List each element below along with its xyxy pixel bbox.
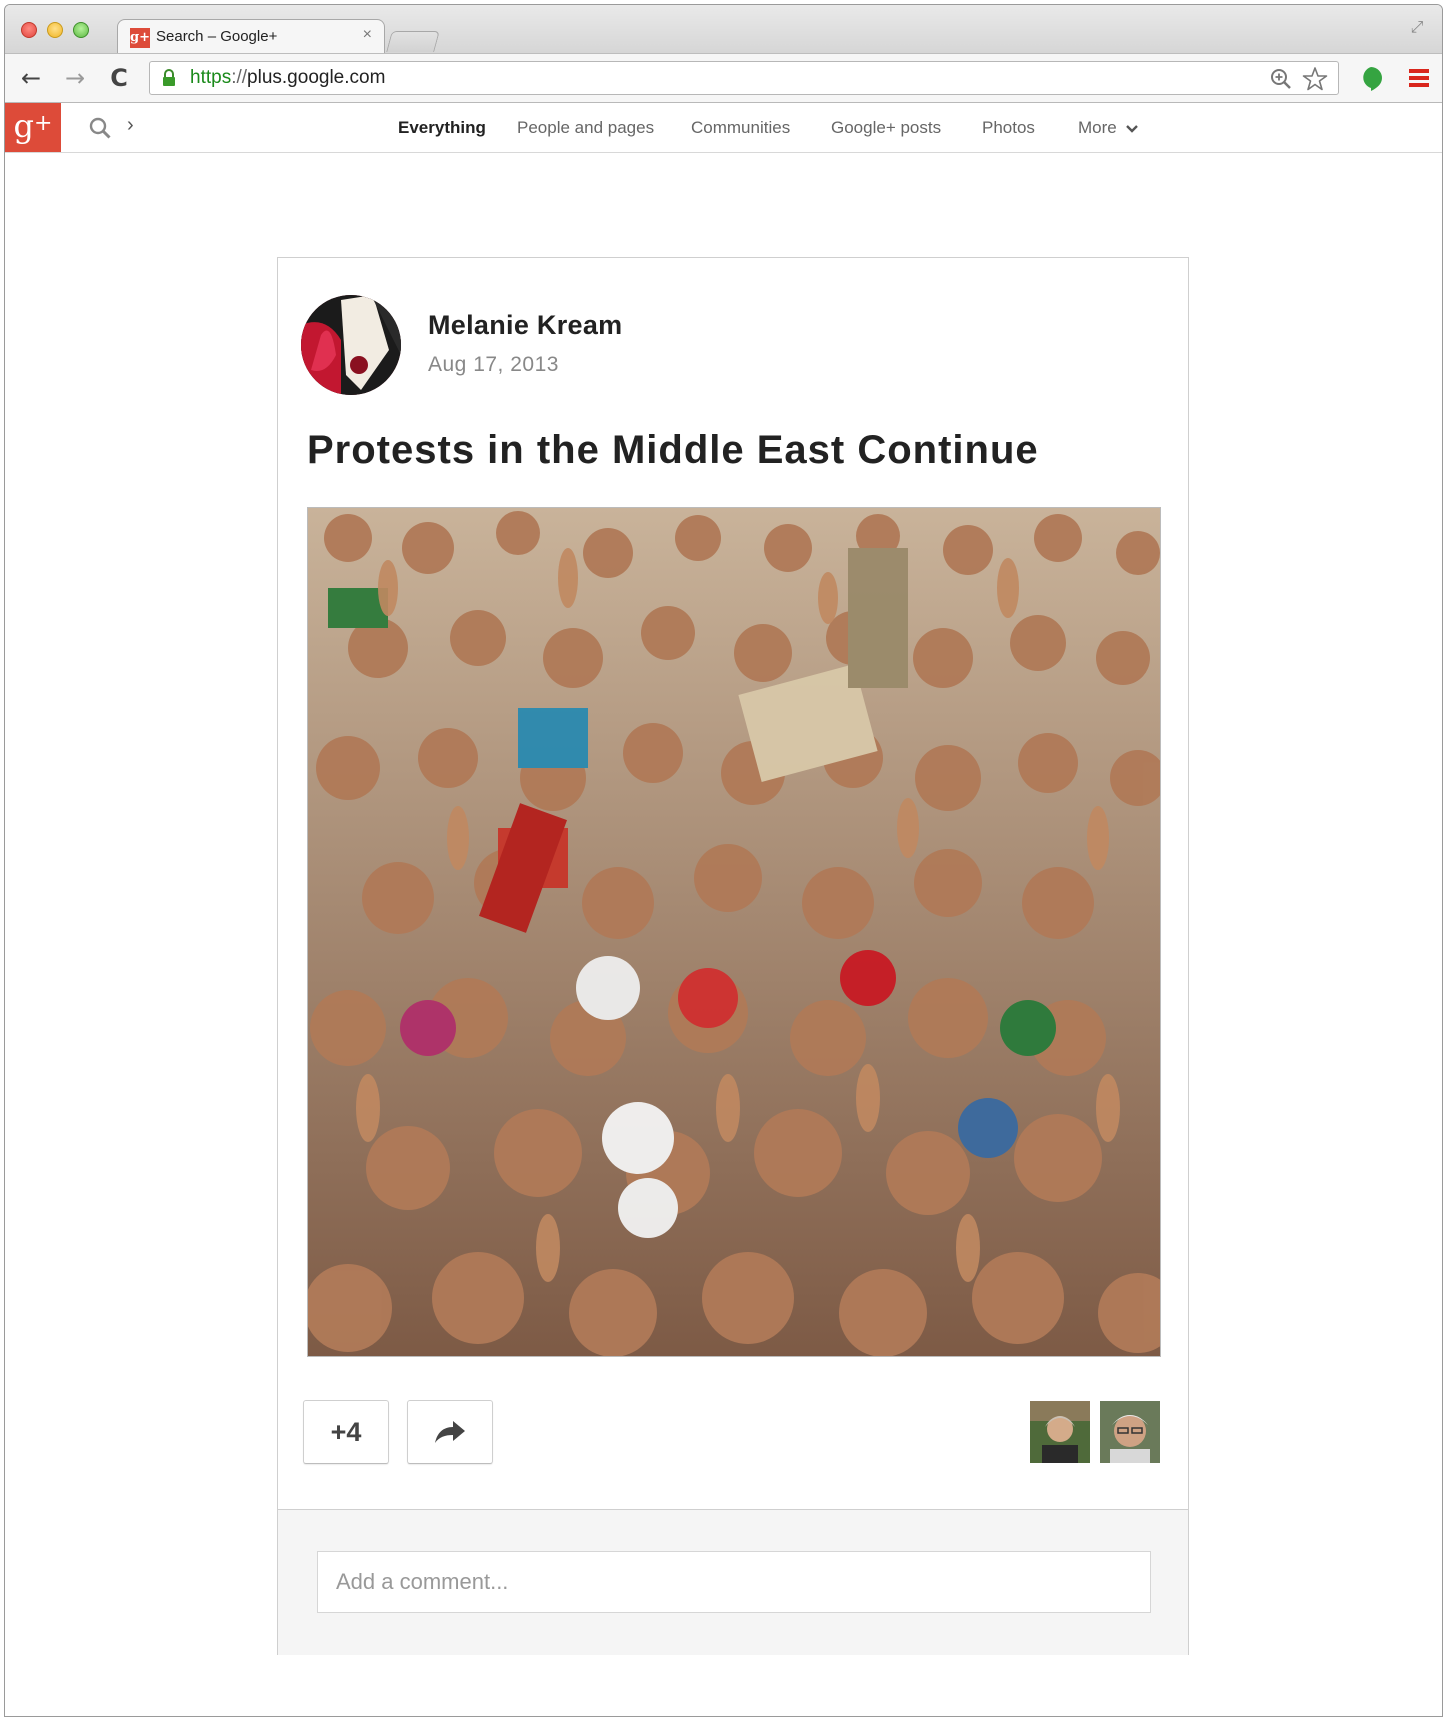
tab-close-icon[interactable]: × — [363, 26, 372, 44]
avatar-image — [301, 295, 401, 395]
hangouts-icon[interactable] — [1359, 66, 1383, 92]
lock-icon — [163, 69, 175, 86]
url-separator: :// — [231, 67, 248, 88]
post-photo[interactable] — [307, 507, 1161, 1357]
tab-everything[interactable]: Everything — [398, 118, 486, 138]
plusser-photo — [1100, 1401, 1160, 1463]
author-avatar[interactable] — [301, 295, 401, 395]
share-icon — [435, 1420, 465, 1443]
chevron-down-icon — [1125, 124, 1138, 133]
post-date[interactable]: Aug 17, 2013 — [428, 353, 559, 377]
forward-button[interactable]: → — [61, 64, 89, 92]
star-icon[interactable] — [1302, 66, 1328, 92]
tab-photos[interactable]: Photos — [982, 118, 1035, 138]
page: g+ Search – Google+ × ⤢ ← → C https://pl… — [0, 0, 1445, 1719]
tab-communities[interactable]: Communities — [691, 118, 790, 138]
tab-title: Search – Google+ — [156, 28, 278, 45]
plusser-avatar[interactable] — [1100, 1401, 1160, 1463]
title-bar: g+ Search – Google+ × ⤢ — [5, 5, 1442, 53]
comment-input[interactable] — [317, 1551, 1151, 1613]
close-window-button[interactable] — [21, 22, 37, 38]
plusser-avatar[interactable] — [1030, 1401, 1090, 1463]
tab-more-label: More — [1078, 118, 1117, 137]
browser-window: g+ Search – Google+ × ⤢ ← → C https://pl… — [4, 4, 1443, 1717]
url-host: plus.google.com — [247, 67, 386, 88]
menu-icon[interactable] — [1409, 67, 1429, 89]
post-title: Protests in the Middle East Continue — [307, 428, 1039, 472]
plusser-photo — [1030, 1401, 1090, 1463]
gplus-favicon-icon: g+ — [130, 28, 150, 48]
new-tab-button[interactable] — [386, 31, 440, 52]
address-bar[interactable]: https://plus.google.com — [149, 61, 1339, 95]
protest-crowd-image — [308, 508, 1160, 1356]
tab-google-plus-posts[interactable]: Google+ posts — [831, 118, 941, 138]
browser-toolbar: ← → C https://plus.google.com — [5, 53, 1442, 103]
minimize-window-button[interactable] — [47, 22, 63, 38]
post-card: Melanie Kream Aug 17, 2013 Protests in t… — [277, 257, 1189, 1655]
share-button[interactable] — [407, 1400, 493, 1464]
comment-section — [278, 1509, 1188, 1655]
tab-more[interactable]: More — [1078, 118, 1139, 138]
url-scheme: https — [190, 67, 232, 88]
back-button[interactable]: ← — [17, 64, 45, 92]
tab-people-and-pages[interactable]: People and pages — [517, 118, 654, 138]
search-tabs: Everything People and pages Communities … — [5, 103, 1442, 153]
browser-tab[interactable]: g+ Search – Google+ × — [117, 19, 385, 53]
plus-one-button[interactable]: +4 — [303, 1400, 389, 1464]
author-name[interactable]: Melanie Kream — [428, 310, 622, 341]
gplus-top-bar: g+ › Everything People and pages Communi… — [5, 103, 1442, 153]
url-text: https://plus.google.com — [190, 67, 385, 89]
reload-button[interactable]: C — [105, 64, 133, 92]
fullscreen-icon[interactable]: ⤢ — [1408, 19, 1426, 37]
zoom-window-button[interactable] — [73, 22, 89, 38]
zoom-icon[interactable] — [1270, 68, 1292, 90]
